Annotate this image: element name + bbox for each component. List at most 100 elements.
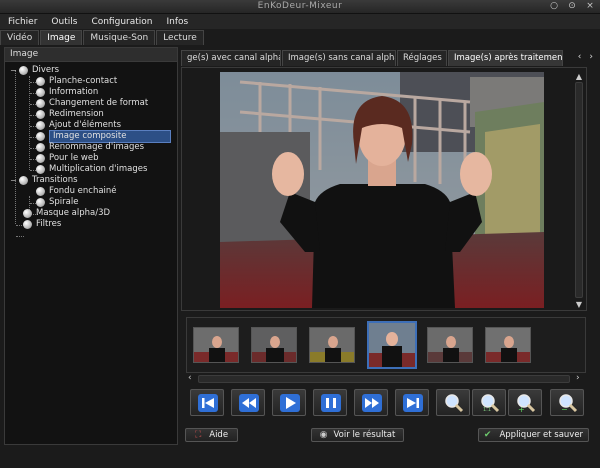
tab-scroll-left-icon[interactable]: ‹	[578, 52, 582, 62]
menu-configuration[interactable]: Configuration	[91, 17, 152, 27]
sticky-icon[interactable]: ○	[548, 1, 560, 12]
tree-item-information[interactable]: Information	[36, 87, 98, 98]
node-icon	[36, 165, 45, 174]
node-icon	[36, 154, 45, 163]
play-icon	[280, 394, 300, 412]
horizontal-scrollbar[interactable]: ‹ ›	[186, 373, 586, 385]
node-icon	[36, 88, 45, 97]
node-icon	[36, 132, 45, 141]
menu-outils[interactable]: Outils	[51, 17, 77, 27]
right-tabs: ge(s) avec canal alpha Image(s) sans can…	[181, 50, 599, 66]
rewind-button[interactable]	[231, 389, 265, 416]
tree-item-spirale[interactable]: Spirale	[36, 197, 78, 208]
tab-scroll-right-icon[interactable]: ›	[589, 52, 593, 62]
zoom-in-button[interactable]: +	[508, 389, 542, 416]
node-icon	[36, 187, 45, 196]
tree-item-planche-contact[interactable]: Planche-contact	[36, 76, 117, 87]
tab-reglages[interactable]: Réglages	[397, 50, 447, 66]
tab-video[interactable]: Vidéo	[0, 30, 40, 45]
first-frame-button[interactable]	[190, 389, 224, 416]
pause-button[interactable]	[313, 389, 347, 416]
tree-item-image-composite[interactable]: Image composite	[36, 130, 171, 143]
thumbnail-strip	[186, 317, 586, 373]
tab-lecture[interactable]: Lecture	[156, 30, 204, 45]
help-icon: ⛶	[194, 430, 202, 440]
node-icon	[36, 77, 45, 86]
rewind-icon	[239, 394, 259, 412]
tab-musique-son[interactable]: Musique-Son	[83, 30, 156, 45]
image-tree-panel: Image − Divers Planche-contact Informati…	[4, 47, 178, 445]
collapse-icon[interactable]: −	[10, 65, 18, 76]
tree-header: Image	[5, 48, 177, 62]
tab-sans-canal-alpha[interactable]: Image(s) sans canal alpha	[282, 50, 396, 66]
tree-item-changement-format[interactable]: Changement de format	[36, 98, 148, 109]
tree-item-redimension[interactable]: Redimension	[36, 109, 104, 120]
zoom-reset-button[interactable]: 1:1	[472, 389, 506, 416]
title-bar: EnKoDeur-Mixeur ○ ⊙ ×	[0, 0, 600, 14]
node-icon	[36, 121, 45, 130]
vertical-scrollbar[interactable]: ▲ ▼	[574, 72, 584, 310]
skip-last-icon	[403, 394, 423, 412]
zoom-out-icon: −	[559, 394, 578, 413]
thumbnail[interactable]	[309, 327, 355, 363]
scroll-left-icon[interactable]: ‹	[188, 373, 192, 383]
tab-apres-traitement[interactable]: Image(s) après traitement	[448, 50, 563, 66]
zoom-one-to-one-icon: 1:1	[481, 394, 500, 413]
image-preview	[181, 67, 587, 311]
vertical-scroll-track[interactable]	[575, 82, 583, 298]
menu-bar: Fichier Outils Configuration Infos	[0, 14, 600, 29]
window-title: EnKoDeur-Mixeur	[257, 1, 343, 11]
svg-text:+: +	[518, 405, 525, 413]
voir-resultat-button[interactable]: ◉ Voir le résultat	[311, 428, 404, 442]
node-icon	[23, 220, 32, 229]
tree-item-fondu-enchaine[interactable]: Fondu enchainé	[36, 186, 117, 197]
collapse-icon[interactable]: −	[10, 175, 18, 186]
main-tabs: Vidéo Image Musique-Son Lecture	[0, 30, 205, 45]
thumbnail[interactable]	[251, 327, 297, 363]
horizontal-scroll-track[interactable]	[198, 375, 570, 383]
thumbnail-selected[interactable]	[367, 321, 417, 369]
node-icon	[19, 176, 28, 185]
menu-fichier[interactable]: Fichier	[8, 17, 37, 27]
tree-item-divers[interactable]: − Divers	[10, 65, 59, 76]
thumbnail[interactable]	[193, 327, 239, 363]
scroll-up-icon[interactable]: ▲	[574, 72, 584, 81]
svg-text:1:1: 1:1	[483, 407, 491, 413]
thumbnail[interactable]	[427, 327, 473, 363]
play-button[interactable]	[272, 389, 306, 416]
node-icon	[36, 110, 45, 119]
fast-forward-button[interactable]	[354, 389, 388, 416]
tree-item-pour-le-web[interactable]: Pour le web	[36, 153, 98, 164]
node-icon	[19, 66, 28, 75]
tree-item-masque-alpha[interactable]: Masque alpha/3D	[23, 208, 110, 219]
tree-item-filtres[interactable]: Filtres	[23, 219, 61, 230]
composite-image	[220, 72, 544, 308]
tree-item-transitions[interactable]: − Transitions	[10, 175, 78, 186]
menu-infos[interactable]: Infos	[166, 17, 188, 27]
node-icon	[36, 99, 45, 108]
close-icon[interactable]: ×	[584, 1, 596, 12]
node-icon	[36, 198, 45, 207]
tree-item-multiplication[interactable]: Multiplication d'images	[36, 164, 147, 175]
tree-item-renommage[interactable]: Renommage d'images	[36, 142, 144, 153]
appliquer-sauver-button[interactable]: ✔ Appliquer et sauver	[478, 428, 589, 442]
zoom-fit-button[interactable]	[436, 389, 470, 416]
aide-button[interactable]: ⛶ Aide	[185, 428, 238, 442]
check-icon: ✔	[483, 430, 492, 440]
last-frame-button[interactable]	[395, 389, 429, 416]
pause-icon	[321, 394, 341, 412]
scroll-right-icon[interactable]: ›	[576, 373, 580, 383]
svg-text:−: −	[561, 405, 568, 413]
thumbnail[interactable]	[485, 327, 531, 363]
scroll-down-icon[interactable]: ▼	[574, 300, 584, 309]
fast-forward-icon	[362, 394, 382, 412]
node-icon	[23, 209, 32, 218]
minimize-icon[interactable]: ⊙	[566, 1, 578, 12]
skip-first-icon	[198, 394, 218, 412]
magnifier-icon	[445, 394, 464, 413]
tab-image[interactable]: Image	[40, 30, 83, 45]
zoom-in-icon: +	[517, 394, 536, 413]
node-icon	[36, 143, 45, 152]
zoom-out-button[interactable]: −	[550, 389, 584, 416]
tab-avec-canal-alpha[interactable]: ge(s) avec canal alpha	[181, 50, 281, 66]
